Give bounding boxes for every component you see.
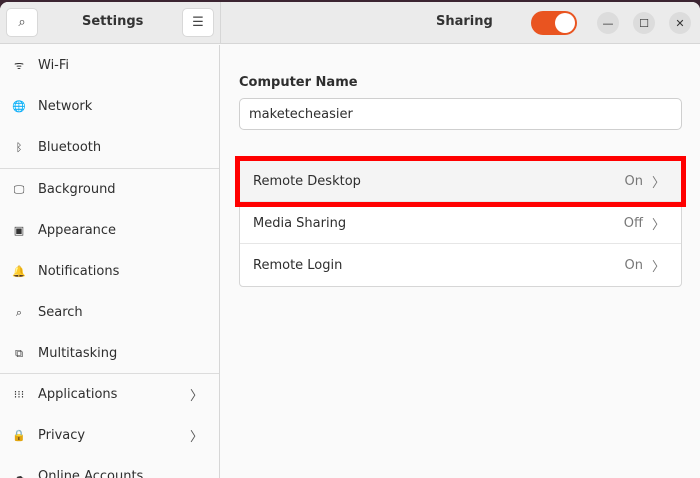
sidebar-item-online-accounts[interactable]: ☁ Online Accounts bbox=[0, 456, 219, 478]
lock-icon: 🔒 bbox=[12, 429, 26, 442]
sidebar-item-label: Appearance bbox=[38, 223, 117, 238]
close-icon: ✕ bbox=[675, 16, 685, 30]
minimize-button[interactable]: — bbox=[597, 12, 619, 34]
page-title: Sharing bbox=[436, 14, 493, 29]
header-bar: ⌕ Settings ☰ Sharing — ☐ ✕ bbox=[0, 2, 700, 44]
bell-icon: 🔔 bbox=[12, 265, 26, 278]
highlight-box bbox=[235, 156, 686, 207]
search-icon: ⌕ bbox=[15, 305, 23, 319]
sidebar-item-search[interactable]: ⌕ Search bbox=[0, 292, 219, 333]
chevron-right-icon: 〉 bbox=[651, 217, 665, 233]
multitasking-icon: ⧉ bbox=[15, 346, 23, 360]
search-icon: ⌕ bbox=[18, 15, 26, 30]
sidebar-item-background[interactable]: 🖵 Background bbox=[0, 169, 219, 210]
chevron-right-icon: 〉 bbox=[189, 389, 203, 404]
minimize-icon: — bbox=[602, 16, 614, 30]
apps-icon: ⁝⁝⁝ bbox=[13, 388, 25, 401]
sidebar-item-label: Search bbox=[38, 305, 83, 320]
wifi-icon: ᯤ bbox=[13, 59, 25, 72]
sidebar-item-appearance[interactable]: ▣ Appearance bbox=[0, 210, 219, 251]
sidebar-item-wi-fi[interactable]: ᯤ Wi-Fi bbox=[0, 45, 219, 86]
sidebar-item-applications[interactable]: ⁝⁝⁝ Applications 〉 bbox=[0, 374, 219, 415]
sidebar-item-privacy[interactable]: 🔒 Privacy 〉 bbox=[0, 415, 219, 456]
hamburger-icon: ☰ bbox=[192, 15, 204, 30]
sidebar-item-notifications[interactable]: 🔔 Notifications bbox=[0, 251, 219, 292]
background-icon: 🖵 bbox=[13, 182, 25, 196]
sidebar-item-label: Background bbox=[38, 182, 116, 197]
row-label: Remote Login bbox=[253, 258, 343, 273]
sidebar-item-label: Notifications bbox=[38, 264, 120, 279]
row-remote-login[interactable]: Remote Login On 〉 bbox=[240, 245, 681, 286]
sidebar-item-network[interactable]: 🌐 Network bbox=[0, 86, 219, 127]
sidebar-item-multitasking[interactable]: ⧉ Multitasking bbox=[0, 333, 219, 374]
sidebar-item-label: Multitasking bbox=[38, 346, 118, 361]
row-status: On bbox=[624, 258, 643, 273]
sidebar: ᯤ Wi-Fi 🌐 Network ᛒ Bluetooth 🖵 Background ▣ Appe… bbox=[0, 45, 220, 478]
maximize-button[interactable]: ☐ bbox=[633, 12, 655, 34]
sidebar-item-label: Online Accounts bbox=[38, 469, 144, 478]
row-label: Media Sharing bbox=[253, 215, 347, 231]
search-button[interactable]: ⌕ bbox=[6, 8, 38, 37]
sharing-panel: Computer Name maketecheasier Remote Desk… bbox=[221, 45, 700, 478]
appearance-icon: ▣ bbox=[13, 224, 25, 237]
maximize-icon: ☐ bbox=[639, 16, 649, 30]
bluetooth-icon: ᛒ bbox=[15, 141, 23, 154]
sidebar-item-label: Privacy bbox=[38, 428, 86, 443]
accounts-icon: ☁ bbox=[13, 470, 25, 478]
sidebar-item-label: Wi-Fi bbox=[38, 58, 70, 73]
chevron-right-icon: 〉 bbox=[189, 430, 203, 445]
close-button[interactable]: ✕ bbox=[669, 12, 691, 34]
sidebar-item-label: Bluetooth bbox=[38, 140, 102, 155]
row-status: Off bbox=[623, 215, 643, 231]
chevron-right-icon: 〉 bbox=[651, 260, 665, 275]
row-media-sharing[interactable]: Media Sharing Off 〉 bbox=[240, 203, 681, 244]
sharing-toggle[interactable] bbox=[531, 11, 577, 35]
globe-icon: 🌐 bbox=[12, 100, 26, 113]
menu-button[interactable]: ☰ bbox=[182, 8, 214, 37]
settings-window: ⌕ Settings ☰ Sharing — ☐ ✕ ᯤ Wi-Fi 🌐 Networ… bbox=[0, 2, 700, 478]
sidebar-item-bluetooth[interactable]: ᛒ Bluetooth bbox=[0, 127, 219, 168]
sidebar-title: Settings bbox=[82, 14, 144, 29]
computer-name-label: Computer Name bbox=[239, 75, 358, 90]
sidebar-item-label: Network bbox=[38, 99, 93, 114]
computer-name-input[interactable]: maketecheasier bbox=[239, 98, 682, 130]
sidebar-item-label: Applications bbox=[38, 387, 118, 402]
